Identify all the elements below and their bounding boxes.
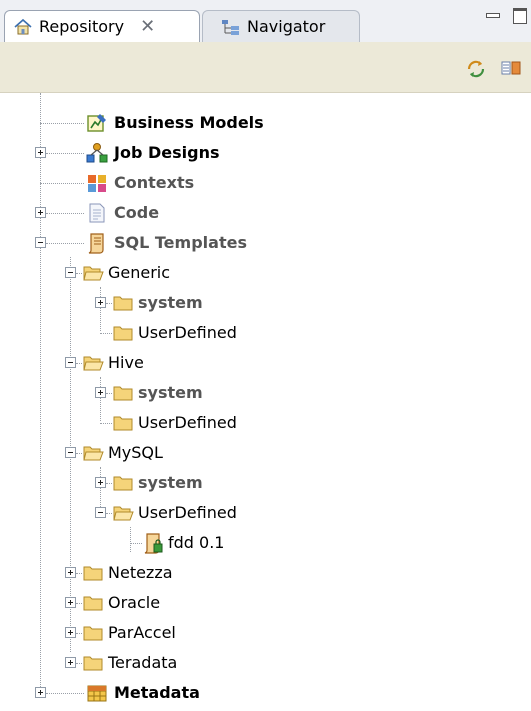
code-icon [89,203,105,223]
link-editor-icon [501,61,521,75]
collapse-icon[interactable] [65,357,76,368]
tree-item-label: system [138,293,203,312]
sync-button[interactable] [465,58,487,80]
tree-item-label: Generic [108,263,171,282]
tree-item-label: Metadata [114,683,200,702]
view-toolbar [0,42,531,93]
tree-item-label: Hive [108,353,144,372]
tree-item-sql-templates[interactable]: SQL Templates [0,229,531,259]
expand-icon[interactable] [65,657,76,668]
tab-repository[interactable]: Repository ✕ [4,10,200,42]
tree-item-contexts[interactable]: Contexts [0,169,531,199]
tree-item-hive[interactable]: Hive [0,349,531,379]
tree-item-label: ParAccel [108,623,176,642]
folder-icon [83,566,103,581]
maximize-icon[interactable] [512,8,528,24]
tree-item-system[interactable]: system [0,379,531,409]
tree-item-label: fdd 0.1 [168,533,225,552]
navigator-icon [222,19,239,35]
expand-icon[interactable] [95,477,106,488]
tree-item-userdefined[interactable]: UserDefined [0,409,531,439]
tree-item-job-designs[interactable]: Job Designs [0,139,531,169]
tree-item-label: Netezza [108,563,173,582]
house-icon [14,18,32,34]
collapse-icon[interactable] [65,447,76,458]
collapse-icon[interactable] [65,267,76,278]
tree-item-business-models[interactable]: Business Models [0,109,531,139]
tree-item-paraccel[interactable]: ParAccel [0,619,531,649]
tab-navigator-label: Navigator [247,17,326,36]
expand-icon[interactable] [65,567,76,578]
tree-item-oracle[interactable]: Oracle [0,589,531,619]
folder-open-icon [83,356,104,371]
expand-icon[interactable] [95,387,106,398]
job-design-icon [86,143,108,163]
folder-icon [83,656,103,671]
tree-item-system[interactable]: system [0,469,531,499]
folder-open-icon [83,266,104,281]
minimize-icon[interactable] [484,8,500,22]
folder-icon [113,416,133,431]
tree-item-label: Business Models [114,113,264,132]
tree-item-label: Contexts [114,173,195,192]
expand-icon[interactable] [95,297,106,308]
tree-item-label: UserDefined [138,503,237,522]
tree-item-label: Job Designs [114,143,220,162]
link-editor-button[interactable] [500,58,522,80]
contexts-icon [88,175,106,192]
folder-icon [83,626,103,641]
tree-item-label: Teradata [108,653,178,672]
expand-icon[interactable] [35,687,46,698]
tree-item-label: UserDefined [138,323,237,342]
folder-open-icon [113,506,134,521]
tree-item-label: UserDefined [138,413,237,432]
tree-item-metadata[interactable]: Metadata [0,679,531,709]
tree-item-label: system [138,383,203,402]
tree-item-generic[interactable]: Generic [0,259,531,289]
metadata-icon [87,685,107,702]
business-model-icon [87,114,106,132]
tree-item-fdd[interactable]: fdd 0.1 [0,529,531,559]
folder-icon [113,386,133,401]
tree-item-label: Oracle [108,593,161,612]
expand-icon[interactable] [65,597,76,608]
close-tab-icon[interactable]: ✕ [140,16,155,37]
expand-icon[interactable] [35,207,46,218]
tree-item-label: system [138,473,203,492]
sql-templates-icon [88,233,104,254]
tree-item-system[interactable]: system [0,289,531,319]
tree-item-label: SQL Templates [114,233,247,252]
folder-icon [113,476,133,491]
folder-icon [113,296,133,311]
tree-item-netezza[interactable]: Netezza [0,559,531,589]
tree-item-teradata[interactable]: Teradata [0,649,531,679]
tab-repository-label: Repository [39,17,125,36]
tree-item-mysql[interactable]: MySQL [0,439,531,469]
view-tab-strip: Repository ✕ Navigator [0,0,531,43]
expand-icon[interactable] [35,147,46,158]
folder-icon [83,596,103,611]
sync-icon [467,60,485,78]
tab-navigator[interactable]: Navigator [202,10,360,42]
folder-open-icon [83,446,104,461]
collapse-icon[interactable] [95,507,106,518]
tree-item-userdefined[interactable]: UserDefined [0,499,531,529]
expand-icon[interactable] [65,627,76,638]
tree-item-code[interactable]: Code [0,199,531,229]
sql-template-file-icon [144,533,163,554]
tree-item-label: Code [114,203,160,222]
folder-icon [113,326,133,341]
tree-item-userdefined[interactable]: UserDefined [0,319,531,349]
collapse-icon[interactable] [35,237,46,248]
tree-item-label: MySQL [108,443,163,462]
repository-tree: Business Models Job Designs Contexts Cod… [0,93,531,711]
